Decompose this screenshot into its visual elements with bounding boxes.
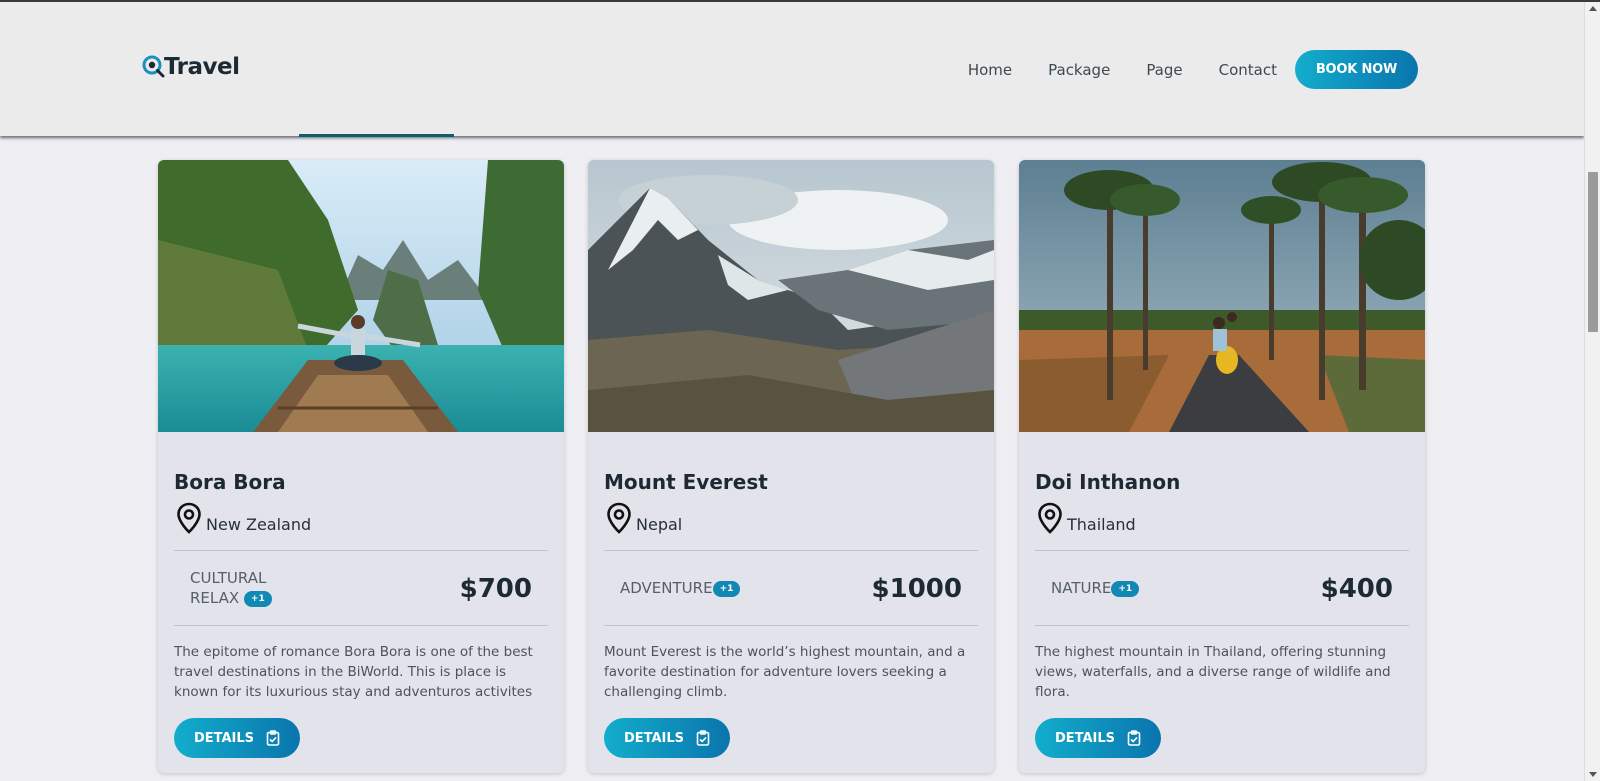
bora-bora-photo xyxy=(158,160,564,432)
active-section-underline xyxy=(299,134,454,137)
card-divider xyxy=(1035,550,1409,551)
details-label: DETAILS xyxy=(1054,730,1116,746)
details-label: DETAILS xyxy=(623,730,685,746)
card-location: Nepal xyxy=(606,502,682,534)
nav-home-link[interactable]: Home xyxy=(968,61,1012,79)
scrollbar-thumb[interactable] xyxy=(1588,172,1598,332)
clipboard-check-icon xyxy=(1127,730,1141,746)
vertical-scrollbar[interactable] xyxy=(1584,2,1600,781)
package-card-bora-bora: Bora Bora New Zealand CULTURAL RELAX +1 … xyxy=(158,160,564,773)
card-description: Mount Everest is the world’s highest mou… xyxy=(604,644,966,700)
card-tags: CULTURAL RELAX +1 xyxy=(190,568,290,608)
card-divider xyxy=(174,625,548,626)
details-label: DETAILS xyxy=(193,730,255,746)
card-location: Thailand xyxy=(1037,502,1136,534)
globe-search-icon xyxy=(142,55,166,79)
card-price: $400 xyxy=(1320,574,1393,604)
page: Travel Home Package Page Contact BOOK NO… xyxy=(0,2,1584,781)
nav-page-link[interactable]: Page xyxy=(1146,61,1182,79)
book-now-button[interactable]: BOOK NOW xyxy=(1295,50,1418,89)
nav-contact-link[interactable]: Contact xyxy=(1219,61,1277,79)
extra-tags-badge[interactable]: +1 xyxy=(712,580,741,597)
details-button[interactable]: DETAILS xyxy=(1035,718,1161,758)
brand-name: Travel xyxy=(164,54,240,80)
brand-logo[interactable]: Travel xyxy=(142,54,240,80)
tag-text: ADVENTURE xyxy=(620,579,713,597)
site-header: Travel Home Package Page Contact BOOK NO… xyxy=(0,2,1584,136)
card-title: Mount Everest xyxy=(604,470,768,494)
nav-package-link[interactable]: Package xyxy=(1048,61,1110,79)
details-button[interactable]: DETAILS xyxy=(604,718,730,758)
card-divider xyxy=(604,550,978,551)
main-nav: Home Package Page Contact BOOK NOW xyxy=(968,50,1418,89)
scroll-up-arrow-icon[interactable] xyxy=(1589,6,1597,11)
location-text: Nepal xyxy=(636,515,683,534)
card-divider xyxy=(174,550,548,551)
mount-everest-photo xyxy=(588,160,994,432)
map-pin-icon xyxy=(176,502,202,534)
location-text: Thailand xyxy=(1067,515,1136,534)
card-tags: NATURE +1 xyxy=(1051,578,1140,598)
card-divider xyxy=(1035,625,1409,626)
card-price: $1000 xyxy=(871,574,962,604)
location-text: New Zealand xyxy=(206,515,312,534)
clipboard-check-icon xyxy=(696,730,710,746)
card-title: Doi Inthanon xyxy=(1035,470,1181,494)
extra-tags-badge[interactable]: +1 xyxy=(1111,580,1140,597)
package-card-doi-inthanon: Doi Inthanon Thailand NATURE +1 $400 The … xyxy=(1019,160,1425,773)
card-description: The epitome of romance Bora Bora is one … xyxy=(174,644,533,700)
package-card-mount-everest: Mount Everest Nepal ADVENTURE +1 $1000 Mo… xyxy=(588,160,994,773)
map-pin-icon xyxy=(1037,502,1063,534)
map-pin-icon xyxy=(606,502,632,534)
doi-inthanon-photo xyxy=(1019,160,1425,432)
card-title: Bora Bora xyxy=(174,470,286,494)
card-tags: ADVENTURE +1 xyxy=(620,578,741,598)
card-divider xyxy=(604,625,978,626)
clipboard-check-icon xyxy=(266,730,280,746)
card-location: New Zealand xyxy=(176,502,311,534)
tag-text: NATURE xyxy=(1051,579,1112,597)
card-description: The highest mountain in Thailand, offeri… xyxy=(1035,644,1391,700)
extra-tags-badge[interactable]: +1 xyxy=(243,590,272,607)
details-button[interactable]: DETAILS xyxy=(174,718,300,758)
card-price: $700 xyxy=(459,574,532,604)
scroll-down-arrow-icon[interactable] xyxy=(1589,772,1597,777)
